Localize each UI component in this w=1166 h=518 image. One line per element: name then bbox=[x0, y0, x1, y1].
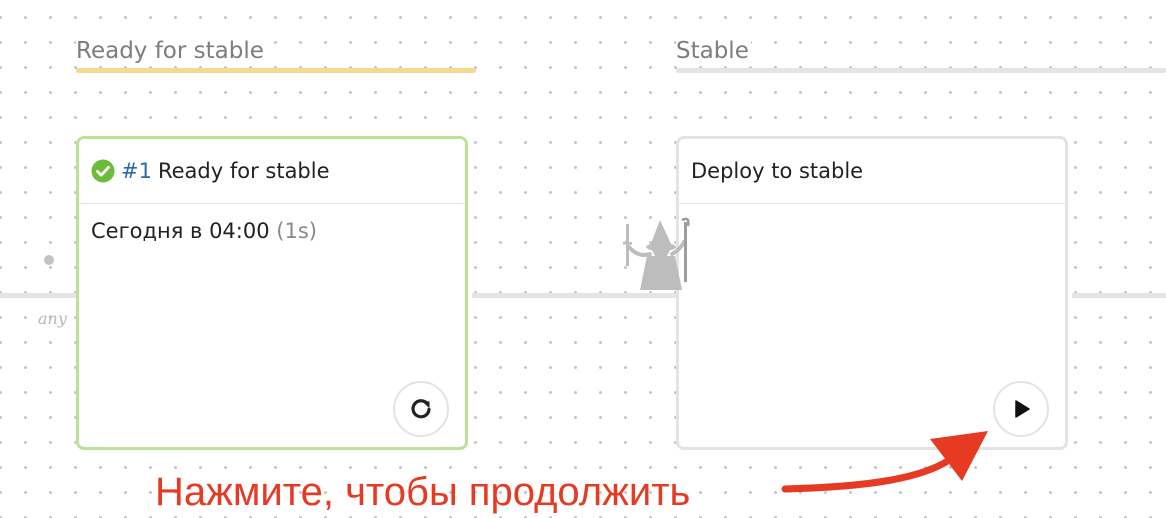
job-card-ready-for-stable[interactable]: #1 Ready for stable Сегодня в 04:00 (1s) bbox=[76, 136, 468, 450]
flow-line-left bbox=[0, 293, 80, 298]
wizard-icon bbox=[623, 217, 690, 290]
stage-title: Stable bbox=[676, 36, 751, 66]
flow-line-right bbox=[1072, 293, 1166, 298]
job-card-header: Deploy to stable bbox=[679, 139, 1065, 204]
entry-trigger-label: any bbox=[38, 309, 67, 328]
stage-stable: Stable bbox=[676, 36, 1166, 76]
check-circle-icon bbox=[91, 159, 115, 183]
job-card-deploy-to-stable[interactable]: Deploy to stable bbox=[676, 136, 1068, 450]
run-number-link[interactable]: #1 bbox=[121, 159, 152, 183]
job-title: Ready for stable bbox=[157, 159, 330, 183]
job-title: Deploy to stable bbox=[691, 159, 864, 183]
stage-ready-for-stable: Ready for stable bbox=[76, 36, 476, 76]
restart-button[interactable] bbox=[393, 381, 449, 437]
continue-hint: Нажмите, чтобы продолжить bbox=[155, 470, 691, 514]
entry-node bbox=[44, 255, 54, 265]
stage-title: Ready for stable bbox=[76, 36, 266, 66]
job-duration: (1s) bbox=[276, 219, 317, 243]
arrow-icon bbox=[781, 431, 988, 493]
job-time-text: Сегодня в 04:00 bbox=[91, 219, 270, 243]
stage-progress-bar bbox=[676, 68, 1166, 73]
restart-icon bbox=[411, 399, 431, 419]
job-card-header: #1 Ready for stable bbox=[79, 139, 465, 204]
job-run-time: Сегодня в 04:00 (1s) bbox=[91, 219, 317, 243]
play-icon bbox=[1015, 400, 1030, 418]
run-button[interactable] bbox=[993, 381, 1049, 437]
stage-progress-bar bbox=[76, 68, 476, 73]
